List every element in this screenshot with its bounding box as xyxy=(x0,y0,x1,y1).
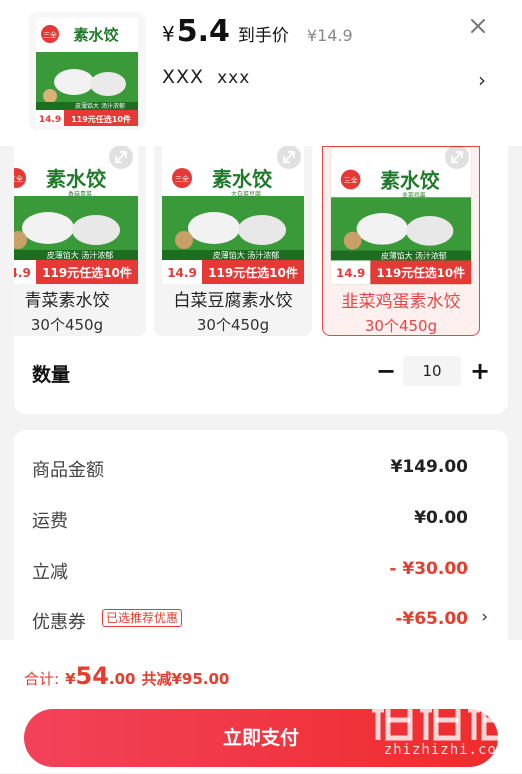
subtotal-value: ¥149.00 xyxy=(390,457,468,477)
close-icon[interactable] xyxy=(468,16,488,36)
total-decimal: .00 xyxy=(108,670,136,688)
brand-logo-text: 三全 xyxy=(175,174,189,183)
quantity-label: 数量 xyxy=(32,364,71,386)
product-thumbnail[interactable]: 三全 素水饺 皮薄馅大 汤汁浓郁 14.9 119元任选10件 xyxy=(28,12,146,130)
checkout-bar: 合计: ¥ 54 .00 共减¥95.00 立即支付 zhizhizhi.com xyxy=(0,640,522,773)
address-sub: xxx xyxy=(217,68,251,88)
price-symbol: ¥ xyxy=(162,22,175,46)
package-title: 素水饺 xyxy=(380,169,439,192)
discount-value: - ¥30.00 xyxy=(389,559,468,579)
brand-logo-text: 三全 xyxy=(14,174,23,183)
brand-logo-text: 三全 xyxy=(43,30,57,39)
chevron-right-icon[interactable]: › xyxy=(478,68,486,92)
shipping-value: ¥0.00 xyxy=(414,508,468,528)
price-row: ¥ 5.4 到手价 ¥14.9 xyxy=(162,14,353,50)
deal-text: 119元任选10件 xyxy=(208,265,298,280)
variant-spec: 30个450g xyxy=(30,316,104,334)
package-flavor: 大白菜豆腐 xyxy=(231,190,261,198)
original-price: ¥14.9 xyxy=(306,26,353,45)
package-title: 素水饺 xyxy=(73,26,119,44)
promo-strip: 皮薄馅大 汤汁浓郁 xyxy=(381,250,447,260)
deal-text: 119元任选10件 xyxy=(377,266,466,280)
total-row: 合计: ¥ 54 .00 共减¥95.00 xyxy=(24,662,229,690)
price-tag: 14.9 xyxy=(14,266,31,280)
variant-option[interactable]: 三全 素水饺 大白菜豆腐 皮薄馅大 汤汁浓郁 14.9 119元任选10件 白菜… xyxy=(154,146,312,336)
chevron-right-icon[interactable]: › xyxy=(481,607,488,627)
zoom-expand-icon[interactable] xyxy=(276,146,302,170)
package-flavor: 香菇青菜 xyxy=(68,190,92,198)
coupon-label: 优惠券 xyxy=(32,612,86,633)
zoom-expand-icon[interactable] xyxy=(444,146,470,170)
coupon-value[interactable]: -¥65.00 xyxy=(395,609,468,629)
zoom-expand-icon[interactable] xyxy=(108,146,134,170)
price-tag: 14.9 xyxy=(39,115,61,125)
variant-option[interactable]: 三全 素水饺 香菇青菜 皮薄馅大 汤汁浓郁 14.9 119元任选10件 青菜素… xyxy=(14,146,146,336)
promo-strip: 皮薄馅大 汤汁浓郁 xyxy=(47,250,114,260)
promo-strip: 皮薄馅大 汤汁浓郁 xyxy=(213,250,280,260)
address-selector[interactable]: XXX xxx xyxy=(162,66,250,88)
package-flavor: 韭菜鸡蛋 xyxy=(402,191,426,199)
total-label: 合计: xyxy=(24,670,60,688)
variant-spec: 30个450g xyxy=(364,317,438,335)
quantity-increase-button[interactable]: + xyxy=(468,358,492,384)
variant-name: 韭菜鸡蛋素水饺 xyxy=(341,292,461,312)
address-main: XXX xyxy=(162,66,205,88)
discount-label: 立减 xyxy=(32,562,68,583)
deal-text: 119元任选10件 xyxy=(71,114,131,124)
final-price: 5.4 xyxy=(176,14,230,49)
package-title: 素水饺 xyxy=(46,167,107,191)
variant-name: 青菜素水饺 xyxy=(24,291,110,311)
quantity-input[interactable]: 10 xyxy=(403,356,461,386)
subtotal-label: 商品金额 xyxy=(32,460,104,481)
total-amount: 54 xyxy=(75,662,109,690)
dumpling-package-image: 三全 素水饺 皮薄馅大 汤汁浓郁 14.9 119元任选10件 xyxy=(28,12,146,130)
variant-option[interactable]: 三全 素水饺 韭菜鸡蛋 皮薄馅大 汤汁浓郁 14.9 119元任选10件 韭菜鸡… xyxy=(322,146,480,336)
variant-card: 三全 素水饺 香菇青菜 皮薄馅大 汤汁浓郁 14.9 119元任选10件 青菜素… xyxy=(14,146,508,414)
promo-strip: 皮薄馅大 汤汁浓郁 xyxy=(75,102,125,110)
price-tag: 14.9 xyxy=(336,266,365,280)
price-tag: 14.9 xyxy=(167,266,197,280)
brand-logo-text: 三全 xyxy=(344,175,358,184)
variant-spec: 30个450g xyxy=(196,316,270,334)
coupon-badge: 已选推荐优惠 xyxy=(102,609,183,627)
order-summary: 商品金额 ¥149.00 运费 ¥0.00 立减 - ¥30.00 优惠券 已选… xyxy=(14,430,508,640)
quantity-decrease-button[interactable]: − xyxy=(374,358,398,384)
shipping-label: 运费 xyxy=(32,511,68,532)
total-symbol: ¥ xyxy=(65,670,76,688)
variant-name: 白菜豆腐素水饺 xyxy=(173,291,293,311)
package-title: 素水饺 xyxy=(212,167,273,191)
total-saved: 共减¥95.00 xyxy=(141,670,230,688)
final-price-label: 到手价 xyxy=(237,26,289,46)
product-header: 三全 素水饺 皮薄馅大 汤汁浓郁 14.9 119元任选10件 ¥ 5.4 到手… xyxy=(0,0,522,146)
deal-text: 119元任选10件 xyxy=(42,265,132,280)
pay-now-button[interactable]: 立即支付 xyxy=(24,709,498,767)
